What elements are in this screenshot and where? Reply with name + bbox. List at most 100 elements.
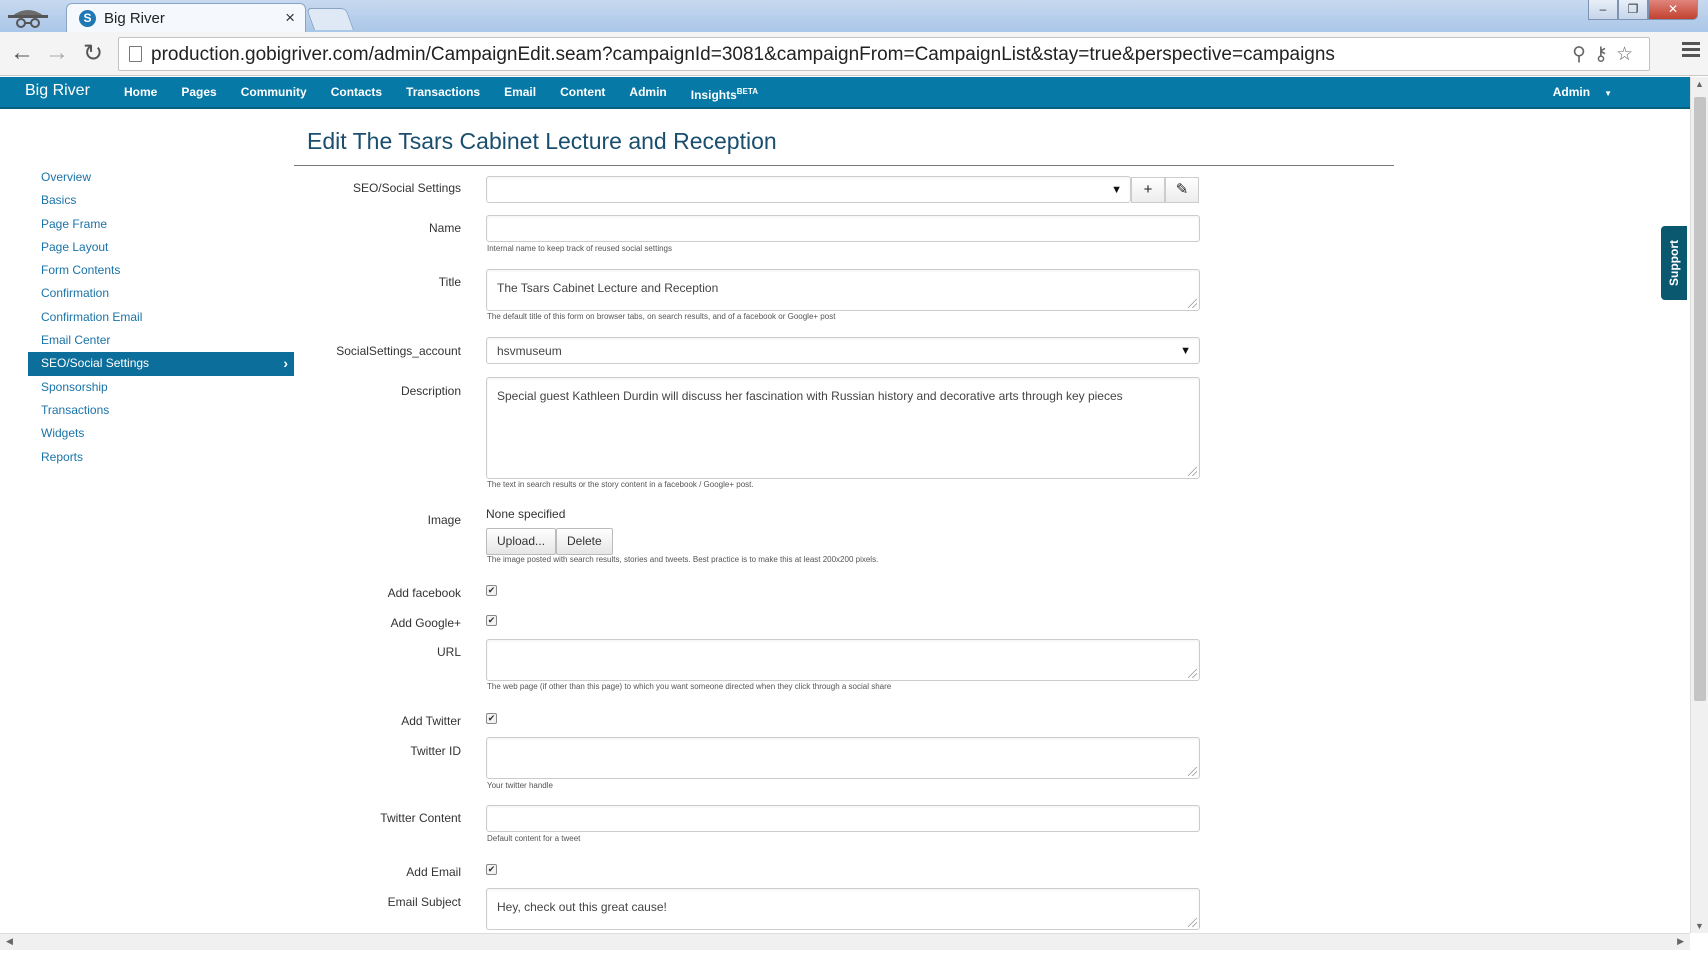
key-icon[interactable]: ⚷ [1594,44,1616,65]
support-label: Support [1667,240,1681,286]
horizontal-scrollbar[interactable]: ◀ ▶ [0,933,1690,950]
forward-arrow-icon[interactable]: → [45,39,69,67]
title-label: Title [438,275,461,289]
tab-title: Big River [104,10,165,27]
bookmark-star-icon[interactable]: ☆ [1616,44,1641,65]
resize-grip-icon[interactable] [1188,669,1197,678]
scroll-up-icon[interactable]: ▲ [1695,79,1704,89]
resize-grip-icon[interactable] [1188,767,1197,776]
sidebar-item-basics[interactable]: Basics [28,189,294,212]
nav-insights[interactable]: InsightsBETA [679,77,770,110]
check-icon: ✔ [487,615,496,625]
reload-icon[interactable]: ↻ [83,39,103,68]
sidebar-item-confirmation-email[interactable]: Confirmation Email [28,306,294,329]
twitter-id-textarea[interactable] [486,737,1200,779]
brand-logo[interactable]: Big River [25,82,90,100]
delete-button[interactable]: Delete [556,528,613,555]
zoom-search-icon[interactable]: ⚲ [1572,44,1594,65]
url-text[interactable]: production.gobigriver.com/admin/Campaign… [151,44,1335,66]
sidebar-item-email-center[interactable]: Email Center [28,329,294,352]
scroll-left-icon[interactable]: ◀ [6,936,13,947]
nav-community[interactable]: Community [229,77,319,110]
maximize-button[interactable]: ❐ [1618,0,1648,20]
minimize-button[interactable]: – [1588,0,1618,20]
browser-menu-icon[interactable] [1682,42,1700,60]
email-subject-textarea[interactable]: Hey, check out this great cause! [486,888,1200,930]
scroll-right-icon[interactable]: ▶ [1677,936,1684,947]
twitter-content-input[interactable] [486,805,1200,832]
add-facebook-label: Add facebook [387,586,461,600]
nav-transactions[interactable]: Transactions [394,77,492,110]
sidebar-item-page-layout[interactable]: Page Layout [28,236,294,259]
sidebar-item-label: Page Frame [41,216,108,231]
sidebar-item-page-frame[interactable]: Page Frame [28,213,294,236]
vertical-scroll-thumb[interactable] [1694,97,1706,701]
image-label: Image [427,513,461,527]
image-status: None specified [486,507,566,521]
account-select[interactable]: hsvmuseum ▼ [486,337,1200,364]
scroll-down-icon[interactable]: ▼ [1695,921,1704,931]
nav-contacts[interactable]: Contacts [319,77,394,110]
support-tab[interactable]: Support [1661,226,1687,300]
sidebar-item-seo-social-settings[interactable]: SEO/Social Settings › [28,352,294,376]
resize-grip-icon[interactable] [1188,918,1197,927]
new-tab-button[interactable] [305,8,355,30]
chevron-right-icon: › [283,355,288,372]
vertical-scrollbar[interactable]: ▲ ▼ [1690,77,1708,933]
sidebar-item-label: Basics [41,193,77,208]
sidebar-item-overview[interactable]: Overview [28,166,294,189]
close-window-button[interactable]: ✕ [1648,0,1698,20]
twitter-id-label: Twitter ID [410,744,461,758]
email-subject-label: Email Subject [387,895,461,909]
nav-home[interactable]: Home [112,77,169,110]
window-bottom-edge [0,950,1708,960]
back-arrow-icon[interactable]: ← [10,39,34,67]
omnibox-actions: ⚲⚷☆ [1572,43,1641,66]
add-facebook-checkbox[interactable]: ✔ [486,585,497,596]
twitter-content-help: Default content for a tweet [487,834,581,843]
description-textarea[interactable]: Special guest Kathleen Durdin will discu… [486,377,1200,479]
sidebar-item-label: Overview [41,170,92,184]
tab-close-icon[interactable]: × [285,8,295,28]
upload-button[interactable]: Upload... [486,528,557,555]
sidebar-item-label: Confirmation [41,286,110,301]
sidebar-item-label: Form Contents [41,263,121,278]
page-title: Edit The Tsars Cabinet Lecture and Recep… [307,128,777,154]
resize-grip-icon[interactable] [1188,299,1197,308]
add-twitter-checkbox[interactable]: ✔ [486,713,497,724]
title-help: The default title of this form on browse… [487,312,836,321]
sidebar-item-confirmation[interactable]: Confirmation [28,282,294,305]
add-email-checkbox[interactable]: ✔ [486,864,497,875]
sidebar-item-label: SEO/Social Settings [41,356,150,371]
nav-pages[interactable]: Pages [169,77,228,110]
nav-content[interactable]: Content [548,77,617,110]
sidebar-item-label: Sponsorship [41,379,108,394]
browser-tab[interactable]: S Big River × [66,3,306,32]
account-label: SocialSettings_account [336,344,461,358]
nav-email[interactable]: Email [492,77,548,110]
add-google-checkbox[interactable]: ✔ [486,615,497,626]
sidebar-item-sponsorship[interactable]: Sponsorship [28,376,294,399]
sidebar-item-widgets[interactable]: Widgets [28,422,294,445]
browser-toolbar: ← → ↻ production.gobigriver.com/admin/Ca… [0,32,1708,76]
nav-admin[interactable]: Admin [617,77,678,110]
sidebar-item-transactions[interactable]: Transactions [28,399,294,422]
image-help: The image posted with search results, st… [487,555,879,564]
name-input[interactable] [486,215,1200,242]
url-help: The web page (if other than this page) t… [487,682,892,691]
sidebar-item-form-contents[interactable]: Form Contents [28,259,294,282]
address-bar[interactable]: production.gobigriver.com/admin/Campaign… [118,37,1650,71]
url-textarea[interactable] [486,639,1200,681]
sidebar-item-label: Widgets [41,426,85,441]
resize-grip-icon[interactable] [1188,467,1197,476]
add-settings-button[interactable]: + [1131,177,1165,203]
sidebar-item-reports[interactable]: Reports [28,446,294,469]
title-textarea[interactable]: The Tsars Cabinet Lecture and Reception [486,269,1200,311]
url-label: URL [436,645,461,659]
description-help: The text in search results or the story … [487,480,754,489]
dropdown-caret-icon: ▼ [1180,345,1191,357]
user-menu[interactable]: Admin ▼ [1553,77,1612,109]
add-twitter-label: Add Twitter [401,714,461,728]
seo-settings-select[interactable]: ▼ [486,176,1131,203]
edit-settings-button[interactable]: ✎ [1165,177,1199,203]
